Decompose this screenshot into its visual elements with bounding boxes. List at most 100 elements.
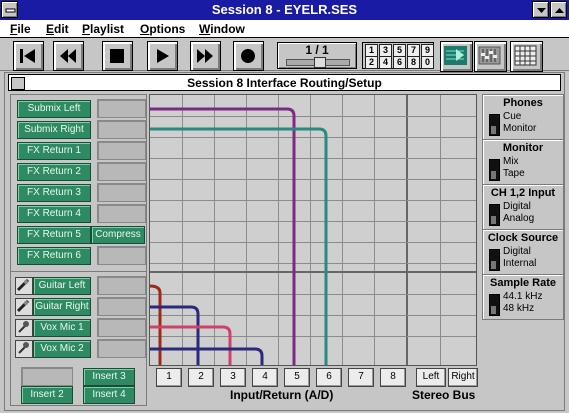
route-slot[interactable] (97, 120, 146, 139)
phones-option-monitor[interactable]: Monitor (503, 123, 536, 134)
routing-view-button[interactable] (440, 41, 473, 72)
insert-3[interactable]: Insert 3 (83, 368, 135, 386)
track-button[interactable]: 2 (365, 56, 378, 69)
routing-wires (150, 107, 328, 365)
clock-switch[interactable] (489, 249, 500, 271)
route-slot[interactable] (97, 246, 146, 265)
route-slot[interactable] (97, 276, 146, 295)
stop-button[interactable] (102, 41, 133, 71)
menu-bar: File Edit Playlist Options Window (0, 20, 569, 38)
clock-option-internal[interactable]: Internal (503, 258, 536, 269)
ch12-option-digital[interactable]: Digital (503, 201, 531, 212)
monitor-option-mix[interactable]: Mix (503, 156, 519, 167)
input-guitar-left[interactable]: Guitar Left (33, 277, 91, 295)
insert-4[interactable]: Insert 4 (83, 386, 135, 404)
input-column-1[interactable]: 1 (156, 368, 182, 387)
input-column-3[interactable]: 3 (220, 368, 246, 387)
stereo-bus-left[interactable]: Left (416, 368, 446, 387)
ch12-option-analog[interactable]: Analog (503, 213, 534, 224)
route-slot[interactable] (97, 339, 146, 358)
jack-icon (15, 277, 33, 295)
route-slot[interactable] (97, 204, 146, 223)
clock-source-group: Clock Source Digital Internal (482, 229, 564, 275)
input-return-caption: Input/Return (A/D) (230, 388, 334, 402)
bus-submix-left[interactable]: Submix Left (17, 100, 91, 118)
menu-options[interactable]: Options (140, 22, 185, 36)
track-button[interactable]: 8 (407, 56, 420, 69)
routing-icon (444, 46, 467, 65)
input-column-6[interactable]: 6 (316, 368, 342, 387)
input-vox-mic-1[interactable]: Vox Mic 1 (33, 319, 91, 337)
fast-forward-icon (197, 49, 213, 63)
mic-icon (15, 340, 33, 358)
position-counter[interactable]: 1 / 1 (277, 42, 357, 69)
position-slider[interactable] (286, 57, 350, 68)
sample-rate-group: Sample Rate 44.1 kHz 48 kHz (482, 274, 564, 320)
monitor-switch[interactable] (489, 159, 500, 181)
monitor-group: Monitor Mix Tape (482, 139, 564, 185)
go-to-start-button[interactable] (13, 41, 44, 71)
input-column-5[interactable]: 5 (284, 368, 310, 387)
insert-slot[interactable] (21, 367, 73, 386)
title-bar: Session 8 - EYELR.SES (0, 0, 569, 20)
input-column-4[interactable]: 4 (252, 368, 278, 387)
fast-forward-button[interactable] (190, 41, 221, 71)
input-vox-mic-2[interactable]: Vox Mic 2 (33, 340, 91, 358)
mixer-view-button[interactable] (474, 41, 507, 72)
ch12-switch[interactable] (489, 204, 500, 226)
menu-window[interactable]: Window (199, 22, 245, 36)
compress-insert[interactable]: Compress (91, 226, 145, 244)
clock-option-digital[interactable]: Digital (503, 246, 531, 257)
menu-edit[interactable]: Edit (46, 22, 69, 36)
monitor-option-tape[interactable]: Tape (503, 168, 525, 179)
input-column-7[interactable]: 7 (348, 368, 374, 387)
play-button[interactable] (147, 41, 178, 71)
inner-system-menu[interactable] (11, 77, 25, 90)
bus-fx-return-4[interactable]: FX Return 4 (17, 205, 91, 223)
route-slot[interactable] (97, 297, 146, 316)
menu-file[interactable]: File (10, 22, 31, 36)
track-button[interactable]: 4 (379, 56, 392, 69)
clock-title: Clock Source (487, 232, 559, 244)
minimize-button[interactable] (532, 1, 549, 18)
counter-value: 1 / 1 (305, 43, 329, 57)
sample-rate-switch[interactable] (489, 294, 500, 316)
route-slot[interactable] (97, 318, 146, 337)
maximize-icon (555, 8, 564, 13)
stereo-bus-right[interactable]: Right (448, 368, 478, 387)
menu-playlist[interactable]: Playlist (82, 22, 124, 36)
slider-thumb[interactable] (314, 57, 326, 68)
system-menu-button[interactable] (1, 1, 18, 18)
phones-option-cue[interactable]: Cue (503, 111, 521, 122)
grid-view-button[interactable] (510, 41, 543, 72)
input-column-8[interactable]: 8 (380, 368, 406, 387)
phones-switch[interactable] (489, 114, 500, 136)
record-icon (241, 49, 255, 63)
routing-window-title: Session 8 Interface Routing/Setup (187, 76, 382, 90)
record-button[interactable] (233, 41, 264, 71)
insert-2[interactable]: Insert 2 (21, 386, 73, 404)
stop-icon (110, 49, 124, 63)
bus-fx-return-5[interactable]: FX Return 5 (17, 226, 91, 244)
track-button[interactable]: 0 (421, 56, 434, 69)
bus-fx-return-3[interactable]: FX Return 3 (17, 184, 91, 202)
input-column-2[interactable]: 2 (188, 368, 214, 387)
route-slot[interactable] (97, 99, 146, 118)
bus-submix-right[interactable]: Submix Right (17, 121, 91, 139)
maximize-button[interactable] (550, 1, 567, 18)
route-slot[interactable] (97, 141, 146, 160)
routing-matrix[interactable] (149, 94, 477, 366)
sample-rate-title: Sample Rate (489, 277, 557, 289)
bus-fx-return-1[interactable]: FX Return 1 (17, 142, 91, 160)
sample-rate-option-44k[interactable]: 44.1 kHz (503, 291, 542, 302)
monitor-title: Monitor (502, 142, 544, 154)
sample-rate-option-48k[interactable]: 48 kHz (503, 303, 534, 314)
bus-fx-return-2[interactable]: FX Return 2 (17, 163, 91, 181)
bus-fx-return-6[interactable]: FX Return 6 (17, 247, 91, 265)
track-button[interactable]: 6 (393, 56, 406, 69)
route-slot[interactable] (97, 162, 146, 181)
input-guitar-right[interactable]: Guitar Right (33, 298, 91, 316)
route-slot[interactable] (97, 183, 146, 202)
window-title: Session 8 - EYELR.SES (211, 2, 358, 17)
rewind-button[interactable] (53, 41, 84, 71)
